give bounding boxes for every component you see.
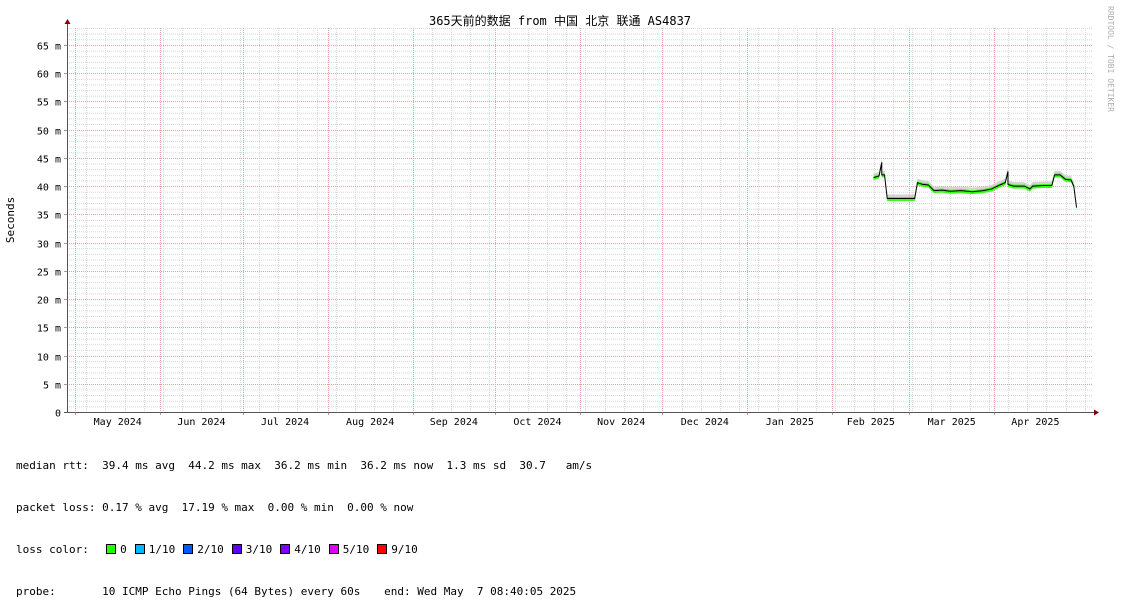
x-tick-label: Apr 2025 bbox=[1011, 417, 1059, 428]
median-rtt-values: 39.4 ms avg 44.2 ms max 36.2 ms min 36.2… bbox=[102, 459, 593, 472]
y-tick-label: 45 m bbox=[37, 155, 61, 166]
x-tick-label: Jun 2024 bbox=[177, 417, 225, 428]
x-tick-label: Jan 2025 bbox=[766, 417, 814, 428]
packet-loss-row: packet loss: 0.17 % avg 17.19 % max 0.00… bbox=[16, 501, 592, 515]
y-tick-label: 50 m bbox=[37, 127, 61, 138]
y-tick-label: 25 m bbox=[37, 268, 61, 279]
loss-color-swatch bbox=[328, 544, 339, 554]
median-rtt-row: median rtt: 39.4 ms avg 44.2 ms max 36.2… bbox=[16, 459, 592, 473]
y-tick-label: 10 m bbox=[37, 353, 61, 364]
loss-color-swatch-label: 3/10 bbox=[245, 543, 273, 556]
y-tick-label: 5 m bbox=[43, 381, 61, 392]
loss-color-swatch-label: 2/10 bbox=[197, 543, 224, 556]
loss-color-swatch bbox=[280, 544, 291, 554]
loss-color-swatch bbox=[377, 544, 388, 554]
x-tick-label: Sep 2024 bbox=[430, 417, 478, 428]
y-tick-label: 55 m bbox=[37, 98, 61, 109]
x-tick-label: Feb 2025 bbox=[847, 417, 895, 428]
x-tick-label: Jul 2024 bbox=[261, 417, 309, 428]
loss-color-swatch-label: 1/10 bbox=[148, 543, 176, 556]
y-tick-label: 65 m bbox=[37, 42, 61, 53]
y-tick-label: 60 m bbox=[37, 70, 61, 81]
y-tick-label: 40 m bbox=[37, 183, 61, 194]
x-tick-label: Oct 2024 bbox=[513, 417, 561, 428]
packet-loss-values: 0.17 % avg 17.19 % max 0.00 % min 0.00 %… bbox=[102, 501, 414, 514]
loss-color-swatch bbox=[134, 544, 145, 554]
legend-block: median rtt: 39.4 ms avg 44.2 ms max 36.2… bbox=[16, 431, 592, 613]
packet-loss-label: packet loss: bbox=[16, 501, 96, 514]
x-tick-label: Aug 2024 bbox=[346, 417, 394, 428]
tick-labels: 0 5 m 10 m 15 m 20 m 25 m 30 m 35 m 40 m 45 m 50 m… bbox=[37, 42, 1060, 429]
y-axis-label: Seconds bbox=[4, 197, 17, 243]
x-tick-label: Nov 2024 bbox=[597, 417, 645, 428]
x-tick-label: Dec 2024 bbox=[681, 417, 729, 428]
probe-value: 10 ICMP Echo Pings (64 Bytes) every 60s bbox=[102, 585, 361, 598]
y-tick-label: 35 m bbox=[37, 211, 61, 222]
loss-color-swatch-label: 5/10 bbox=[342, 543, 370, 556]
end-timestamp: end: Wed May 7 08:40:05 2025 bbox=[384, 585, 577, 598]
x-tick-label: Mar 2025 bbox=[928, 417, 976, 428]
loss-color-swatch-label: 9/10 bbox=[391, 543, 418, 556]
x-tick-label: May 2024 bbox=[94, 417, 142, 428]
grid bbox=[67, 28, 1093, 412]
loss-color-swatch bbox=[106, 544, 117, 554]
watermark: RRDTOOL / TOBI OETIKER bbox=[1106, 6, 1115, 112]
y-axis-arrow bbox=[64, 19, 71, 24]
loss-color-swatch-label: 4/10 bbox=[294, 543, 321, 556]
loss-color-row: loss color: 0 1/10 2/10 3/10 4/10 5/10 9/10 bbox=[16, 543, 592, 557]
y-tick-label: 0 bbox=[55, 409, 61, 420]
latency-chart: 365天前的数据 from 中国 北京 联通 AS4837 Seconds RR… bbox=[4, 6, 1115, 429]
loss-color-swatches: 0 1/10 2/10 3/10 4/10 5/10 9/10 bbox=[102, 543, 418, 556]
loss-color-swatch-label: 0 bbox=[120, 543, 127, 556]
loss-color-label: loss color: bbox=[16, 543, 89, 556]
y-tick-label: 15 m bbox=[37, 324, 61, 335]
loss-color-swatch bbox=[183, 544, 194, 554]
loss-color-swatch bbox=[231, 544, 242, 554]
probe-label: probe: bbox=[16, 585, 56, 598]
probe-row: probe: 10 ICMP Echo Pings (64 Bytes) eve… bbox=[16, 585, 592, 599]
median-rtt-label: median rtt: bbox=[16, 459, 89, 472]
x-axis-arrow bbox=[1094, 409, 1099, 416]
y-tick-label: 30 m bbox=[37, 240, 61, 251]
y-tick-label: 20 m bbox=[37, 296, 61, 307]
chart-title: 365天前的数据 from 中国 北京 联通 AS4837 bbox=[429, 13, 691, 28]
